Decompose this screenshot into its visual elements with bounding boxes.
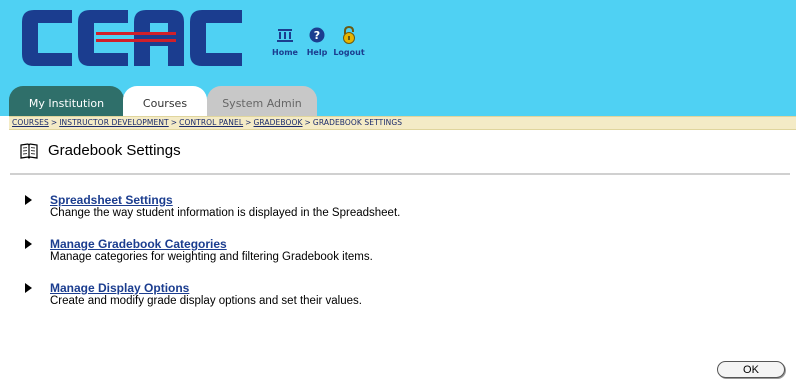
page-title: Gradebook Settings [48, 142, 181, 159]
breadcrumb-separator: > [245, 118, 252, 127]
breadcrumb-separator: > [50, 118, 58, 127]
spreadsheet-settings-description: Change the way student information is di… [50, 207, 401, 219]
manage-display-options-description: Create and modify grade display options … [50, 295, 362, 307]
triangle-bullet-icon [25, 239, 32, 249]
logout-link[interactable]: Logout [333, 26, 365, 57]
header-banner: Home ? Help Logout My Institution Course… [0, 0, 796, 116]
home-link-label: Home [272, 48, 298, 57]
manage-display-options-link[interactable]: Manage Display Options [50, 281, 189, 295]
tab-courses[interactable]: Courses [123, 86, 207, 116]
breadcrumb-item-courses[interactable]: COURSES [12, 118, 49, 127]
breadcrumb: COURSES > INSTRUCTOR DEVELOPMENT > CONTROL P… [9, 116, 796, 130]
breadcrumb-separator: > [304, 118, 311, 127]
help-link-label: Help [306, 48, 328, 57]
home-link[interactable]: Home [270, 26, 300, 57]
logout-link-label: Logout [333, 48, 365, 57]
triangle-bullet-icon [25, 195, 32, 205]
manage-gradebook-categories-link[interactable]: Manage Gradebook Categories [50, 237, 227, 251]
breadcrumb-separator: > [170, 118, 178, 127]
title-divider [10, 173, 790, 175]
open-book-icon [20, 143, 38, 159]
breadcrumb-item-gradebook[interactable]: GRADEBOOK [254, 118, 303, 127]
ok-button[interactable]: OK [717, 361, 785, 378]
svg-text:?: ? [314, 29, 320, 42]
tab-system-admin[interactable]: System Admin [207, 86, 317, 116]
spreadsheet-settings-link[interactable]: Spreadsheet Settings [50, 193, 173, 207]
manage-gradebook-categories-description: Manage categories for weighting and filt… [50, 251, 373, 263]
tab-my-institution[interactable]: My Institution [9, 86, 124, 116]
home-building-icon [277, 29, 293, 42]
triangle-bullet-icon [25, 283, 32, 293]
padlock-icon [343, 26, 355, 44]
help-link[interactable]: ? Help [302, 26, 332, 57]
breadcrumb-current: GRADEBOOK SETTINGS [312, 118, 403, 127]
help-circle-icon: ? [309, 27, 325, 43]
breadcrumb-item-control-panel[interactable]: CONTROL PANEL [179, 118, 243, 127]
ccac-logo[interactable] [20, 8, 244, 68]
breadcrumb-item-instructor-development[interactable]: INSTRUCTOR DEVELOPMENT [59, 118, 169, 127]
top-links: Home ? Help Logout [270, 26, 365, 57]
